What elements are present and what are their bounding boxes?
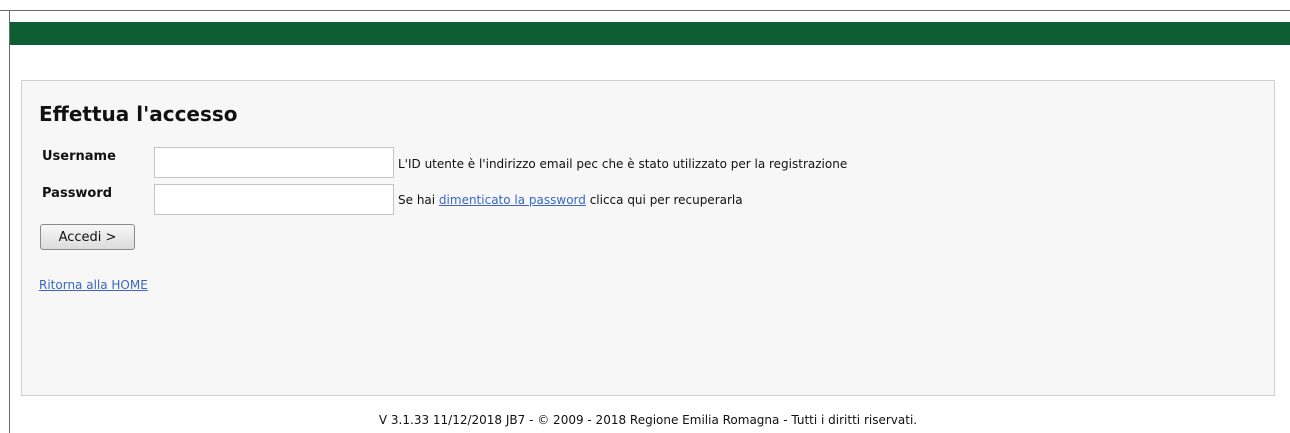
footer-text: V 3.1.33 11/12/2018 JB7 - © 2009 - 2018 … [378,413,918,427]
password-label: Password [42,186,113,201]
login-panel [21,80,1275,396]
window-left-border [9,10,10,433]
forgot-password-link[interactable]: dimenticato la password [439,193,586,207]
password-hint-suffix: clicca qui per recuperarla [585,193,743,207]
header-bar [10,22,1290,45]
password-hint: Se hai dimenticato la password clicca qu… [398,193,743,207]
footer: V 3.1.33 11/12/2018 JB7 - © 2009 - 2018 … [0,413,1290,427]
password-hint-prefix: Se hai [398,193,439,207]
username-label: Username [42,149,116,164]
password-input[interactable] [154,184,394,215]
login-button[interactable]: Accedi > [40,224,135,250]
window-top-border [0,10,1290,11]
home-link[interactable]: Ritorna alla HOME [39,278,148,292]
username-hint: L'ID utente è l'indirizzo email pec che … [398,157,848,171]
username-input[interactable] [154,147,394,178]
page-title: Effettua l'accesso [39,102,238,126]
